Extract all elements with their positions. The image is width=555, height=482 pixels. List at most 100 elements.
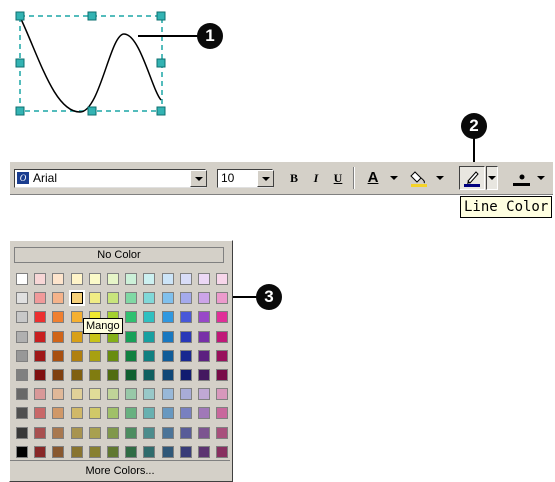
color-swatch[interactable] — [88, 273, 101, 285]
font-color-dropdown-arrow[interactable] — [390, 176, 398, 180]
fill-color-button[interactable] — [408, 169, 432, 187]
color-swatch[interactable] — [197, 368, 210, 381]
color-swatch[interactable] — [161, 292, 174, 305]
color-swatch[interactable] — [179, 368, 192, 381]
color-swatch[interactable] — [16, 292, 28, 305]
color-swatch[interactable] — [143, 426, 156, 439]
color-swatch[interactable] — [34, 368, 47, 381]
fill-color-dropdown-arrow[interactable] — [436, 176, 444, 180]
color-swatch[interactable] — [216, 368, 229, 381]
color-swatch[interactable] — [88, 388, 101, 401]
font-color-button[interactable]: A — [362, 169, 384, 187]
color-swatch[interactable] — [125, 407, 138, 420]
color-swatch[interactable] — [52, 273, 65, 285]
color-swatch[interactable] — [70, 445, 83, 458]
color-swatch[interactable] — [16, 273, 28, 285]
color-swatch[interactable] — [125, 426, 138, 439]
color-swatch[interactable] — [70, 368, 83, 381]
color-swatch[interactable] — [106, 349, 119, 362]
color-swatch[interactable] — [34, 292, 47, 305]
color-swatch[interactable] — [143, 292, 156, 305]
color-swatch[interactable] — [179, 407, 192, 420]
color-swatch[interactable] — [70, 407, 83, 420]
color-swatch[interactable] — [52, 292, 65, 305]
color-swatch[interactable] — [125, 292, 138, 305]
underline-button[interactable]: U — [329, 169, 347, 187]
color-swatch[interactable] — [143, 273, 156, 285]
color-swatch[interactable] — [197, 311, 210, 324]
font-name-combobox[interactable]: O Arial — [14, 169, 206, 188]
color-swatch[interactable] — [216, 292, 229, 305]
color-swatch[interactable] — [197, 273, 210, 285]
color-swatch[interactable] — [70, 349, 83, 362]
color-swatch[interactable] — [106, 292, 119, 305]
marker-color-dropdown-arrow[interactable] — [537, 176, 545, 180]
color-swatch[interactable] — [125, 273, 138, 285]
color-swatch[interactable] — [161, 368, 174, 381]
color-swatch[interactable] — [52, 407, 65, 420]
font-size-dropdown-button[interactable] — [257, 170, 274, 187]
color-swatch[interactable] — [70, 388, 83, 401]
color-swatch[interactable] — [161, 349, 174, 362]
color-swatch[interactable] — [16, 349, 28, 362]
color-swatch[interactable] — [125, 445, 138, 458]
color-swatch[interactable] — [125, 388, 138, 401]
color-swatch[interactable] — [52, 330, 65, 343]
color-swatch[interactable] — [34, 311, 47, 324]
color-swatch[interactable] — [106, 426, 119, 439]
color-swatch[interactable] — [216, 426, 229, 439]
color-swatch[interactable] — [143, 330, 156, 343]
color-swatch-mango[interactable] — [68, 290, 85, 307]
color-swatch[interactable] — [216, 349, 229, 362]
color-swatch[interactable] — [52, 388, 65, 401]
color-swatch[interactable] — [216, 330, 229, 343]
color-swatch[interactable] — [179, 445, 192, 458]
font-name-dropdown-button[interactable] — [190, 170, 207, 187]
color-swatch[interactable] — [161, 311, 174, 324]
color-swatch[interactable] — [88, 349, 101, 362]
color-swatch[interactable] — [106, 273, 119, 285]
color-swatch[interactable] — [179, 273, 192, 285]
color-swatch[interactable] — [106, 445, 119, 458]
color-swatch[interactable] — [34, 273, 47, 285]
color-swatch[interactable] — [161, 445, 174, 458]
color-swatch[interactable] — [143, 349, 156, 362]
color-swatch[interactable] — [16, 445, 28, 458]
color-swatch[interactable] — [34, 330, 47, 343]
color-swatch[interactable] — [143, 407, 156, 420]
no-color-button[interactable]: No Color — [14, 247, 224, 263]
color-swatch[interactable] — [179, 292, 192, 305]
color-swatch[interactable] — [197, 330, 210, 343]
color-swatch[interactable] — [216, 407, 229, 420]
color-swatch[interactable] — [143, 368, 156, 381]
color-swatch[interactable] — [52, 311, 65, 324]
color-swatch[interactable] — [216, 388, 229, 401]
color-swatch[interactable] — [88, 368, 101, 381]
color-swatch[interactable] — [16, 426, 28, 439]
color-swatch[interactable] — [34, 407, 47, 420]
color-swatch[interactable] — [143, 311, 156, 324]
color-swatch[interactable] — [179, 311, 192, 324]
color-swatch[interactable] — [16, 368, 28, 381]
more-colors-button[interactable]: More Colors... — [10, 460, 230, 481]
color-swatch[interactable] — [179, 388, 192, 401]
color-swatch[interactable] — [16, 311, 28, 324]
color-swatch[interactable] — [197, 445, 210, 458]
color-swatch[interactable] — [161, 407, 174, 420]
color-swatch[interactable] — [125, 330, 138, 343]
color-swatch[interactable] — [34, 426, 47, 439]
bold-button[interactable]: B — [285, 169, 303, 187]
color-swatch[interactable] — [70, 330, 83, 343]
line-color-dropdown-button[interactable] — [486, 166, 498, 190]
color-swatch[interactable] — [70, 426, 83, 439]
color-swatch[interactable] — [52, 426, 65, 439]
color-swatch[interactable] — [34, 388, 47, 401]
color-swatch[interactable] — [161, 426, 174, 439]
color-swatch[interactable] — [16, 388, 28, 401]
color-swatch[interactable] — [52, 368, 65, 381]
color-swatch[interactable] — [216, 311, 229, 324]
color-swatch[interactable] — [197, 292, 210, 305]
italic-button[interactable]: I — [307, 169, 325, 187]
color-swatch[interactable] — [52, 349, 65, 362]
color-swatch[interactable] — [88, 445, 101, 458]
